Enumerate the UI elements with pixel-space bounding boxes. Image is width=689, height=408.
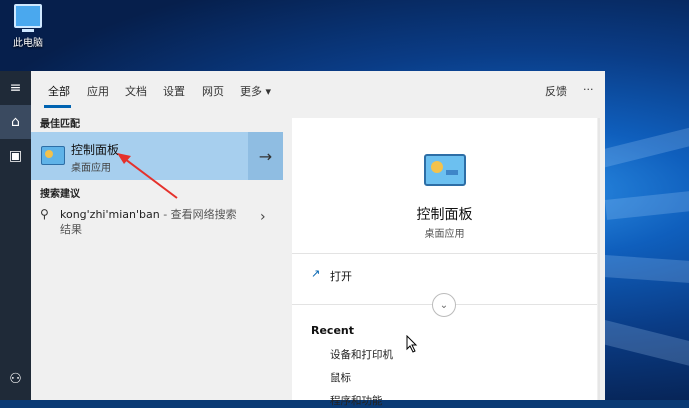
account-icon[interactable]: ⚇ [0,362,31,396]
divider [292,253,597,254]
desktop-icon-this-pc[interactable]: 此电脑 [6,2,50,49]
chevron-right-icon[interactable]: › [260,209,266,225]
start-rail: ≡ ⌂ ▣ ⚇ [0,71,31,400]
computer-icon [14,4,42,32]
tab-more[interactable]: 更多 ▾ [240,83,271,99]
search-icon: ⚲ [40,207,49,221]
home-icon[interactable]: ⌂ [0,105,31,139]
more-options-button[interactable]: ··· [583,83,594,96]
recent-item[interactable]: 设备和打印机 [330,347,393,362]
tab-apps[interactable]: 应用 [87,83,109,99]
search-panel: 全部 应用 文档 设置 网页 更多 ▾ 反馈 ··· 最佳匹配 控制面板 桌面应… [31,71,605,407]
tab-documents[interactable]: 文档 [125,83,147,99]
open-icon: ↗ [311,267,321,280]
notebook-icon[interactable]: ▣ [0,139,31,173]
expand-chevron-down-icon[interactable]: ⌄ [432,293,456,317]
preview-title: 控制面板 [416,207,473,223]
recent-heading: Recent [311,324,355,337]
open-label: 打开 [330,270,352,283]
preview-subtitle: 桌面应用 [424,229,465,240]
suggestion-text: kong'zhi'mian'ban - 查看网络搜索结果 [60,207,240,237]
light-beam [599,320,689,382]
desktop-icon-label: 此电脑 [13,38,43,49]
hamburger-menu-icon[interactable]: ≡ [0,71,31,105]
open-action[interactable]: ↗ 打开 [292,261,597,289]
feedback-button[interactable]: 反馈 [545,83,567,99]
preview-pane: 控制面板 桌面应用 ↗ 打开 ⌄ Recent 设备和打印机 鼠标 程序和功能 [292,118,597,407]
results-list: 最佳匹配 控制面板 桌面应用 → 搜索建议 ⚲ kong'zhi'mian'ba… [31,109,283,400]
light-beam [600,111,689,168]
scrollbar[interactable] [598,118,600,400]
mouse-pointer-icon [406,335,418,353]
active-tab-indicator [44,105,71,108]
search-tabs: 全部 应用 文档 设置 网页 更多 ▾ 反馈 ··· [31,71,605,109]
search-suggestions-heading: 搜索建议 [40,189,80,200]
tab-web[interactable]: 网页 [202,83,224,99]
tab-settings[interactable]: 设置 [163,83,185,99]
light-beam [603,255,689,289]
suggestion-query: kong'zhi'mian'ban [60,208,160,221]
web-suggestion-item[interactable]: ⚲ kong'zhi'mian'ban - 查看网络搜索结果 › [31,201,283,239]
recent-item[interactable]: 程序和功能 [330,393,383,408]
tab-all[interactable]: 全部 [48,83,70,99]
control-panel-icon [424,154,466,186]
recent-item[interactable]: 鼠标 [330,370,351,385]
light-beam [605,183,689,220]
